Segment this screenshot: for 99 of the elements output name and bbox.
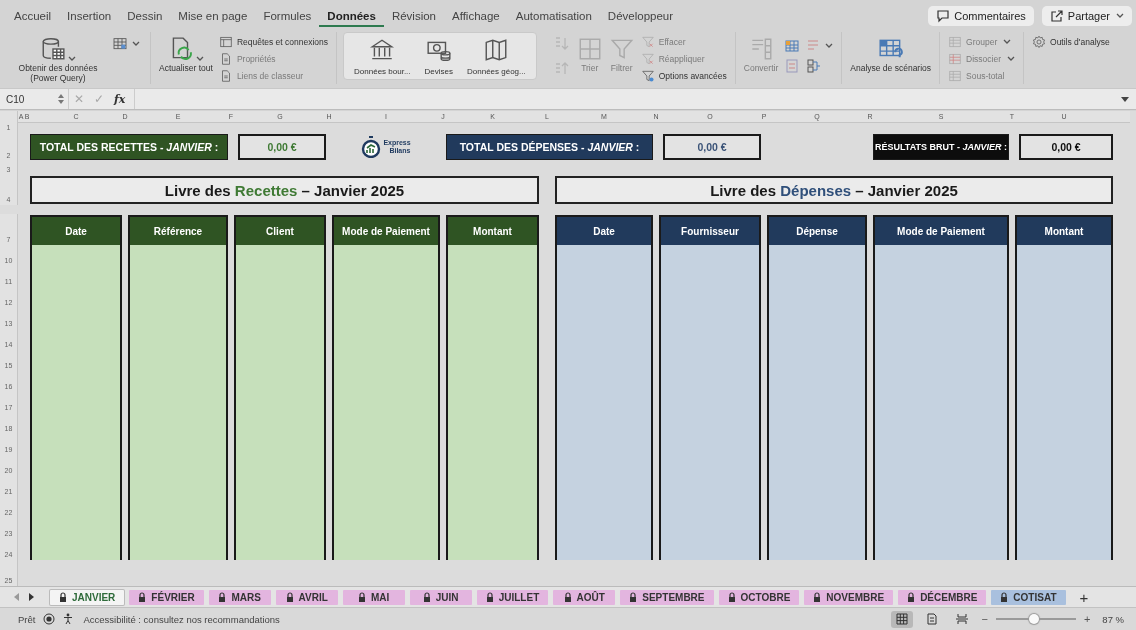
ribbon-tab[interactable]: Formules — [255, 5, 320, 27]
ribbon-button[interactable]: Actualiser tout — [159, 34, 213, 74]
ribbon-button[interactable]: Analyse de scénarios — [850, 34, 932, 74]
grid-icon — [112, 36, 128, 52]
ledger-title: Livre des Recettes – Janvier 2025 — [30, 176, 539, 204]
ribbon-tab[interactable]: Développeur — [599, 5, 682, 27]
lock-icon — [285, 592, 294, 602]
column-heading: Montant — [1015, 215, 1113, 245]
lock-icon — [358, 592, 367, 602]
lock-icon — [813, 592, 822, 602]
lock-icon — [422, 592, 431, 602]
sheet-tab[interactable]: SEPTEMBRE — [620, 589, 714, 605]
normal-view-button[interactable] — [891, 610, 914, 628]
ribbon-command[interactable]: Outils d'analyse — [1032, 34, 1110, 50]
sheet-tab[interactable]: COTISAT — [991, 589, 1066, 605]
relationship-icon[interactable] — [806, 58, 823, 74]
share-button[interactable]: Partager — [1041, 6, 1132, 26]
column-heading: Montant — [446, 215, 539, 245]
total-label: TOTAL DES DÉPENSES - JANVIER : — [446, 134, 653, 160]
lock-icon — [629, 592, 638, 602]
stopwatch-icon — [361, 136, 382, 158]
ribbon-tab[interactable]: Affichage — [444, 5, 508, 27]
caret-icon — [825, 43, 834, 49]
ribbon-tab[interactable]: Mise en page — [170, 5, 256, 27]
settings-icon — [1032, 35, 1046, 49]
ribbon-tab[interactable]: Dessin — [119, 5, 171, 27]
sheet-tab[interactable]: AOÛT — [553, 589, 616, 605]
name-box[interactable]: C10 — [0, 89, 69, 109]
page-break-icon — [956, 613, 969, 625]
slider-thumb[interactable] — [1029, 614, 1040, 624]
sheet-tab[interactable]: JUILLET — [476, 589, 549, 605]
total-value: 0,00 € — [238, 134, 326, 160]
sheet-tab[interactable]: FÉVRIER — [129, 589, 204, 605]
ribbon-tab[interactable]: Accueil — [6, 5, 60, 27]
status-text: Prêt — [18, 613, 36, 625]
ledger-title: Livre des Dépenses – Janvier 2025 — [555, 176, 1113, 204]
lock-icon — [563, 592, 572, 602]
accessibility-link[interactable]: Accessibilité : consultez nos recommandations — [83, 613, 280, 625]
total-label: TOTAL DES RECETTES - JANVIER : — [30, 134, 228, 160]
ribbon-tab[interactable]: Insertion — [59, 5, 120, 27]
column-heading: Date — [30, 215, 122, 245]
lock-icon — [485, 592, 494, 602]
ribbon-tab[interactable]: Automatisation — [507, 5, 600, 27]
ribbon-command[interactable]: Options avancées — [640, 68, 727, 84]
zoom-level: 87 % — [1102, 613, 1124, 625]
ribbon-tab[interactable]: Données — [319, 5, 384, 27]
stepper-icon — [58, 93, 64, 105]
sheet-tab[interactable]: MAI — [342, 589, 405, 605]
comments-button[interactable]: Commentaires — [928, 6, 1034, 26]
next-sheet-icon[interactable] — [28, 592, 36, 602]
result-label: RÉSULTATS BRUT - JANVIER : — [873, 134, 1009, 160]
lock-icon — [59, 592, 67, 602]
caret-icon — [195, 56, 204, 62]
column-heading: Client — [234, 215, 326, 245]
previous-sheet-icon[interactable] — [12, 592, 20, 602]
column-heading: Mode de Paiement — [332, 215, 440, 245]
record-icon[interactable] — [43, 613, 56, 625]
lock-icon — [907, 592, 916, 602]
column-heading: Référence — [128, 215, 228, 245]
lock-icon — [1000, 592, 1009, 602]
zoom-out-button[interactable]: − — [981, 613, 988, 625]
caret-icon — [68, 56, 76, 62]
comment-icon — [936, 9, 951, 23]
caret-icon — [1003, 39, 1012, 45]
share-icon — [1049, 9, 1064, 23]
caret-icon — [1116, 13, 1124, 19]
result-value: 0,00 € — [1019, 134, 1113, 160]
table-icon[interactable] — [784, 38, 801, 54]
column-heading: Date — [555, 215, 653, 245]
column-heading: Fournisseur — [659, 215, 761, 245]
page-icon — [926, 613, 939, 625]
sheet-tab[interactable]: JANVIER — [50, 589, 125, 605]
sheet-tab[interactable]: OCTOBRE — [718, 589, 800, 605]
ribbon-button[interactable]: Données bour... — [354, 35, 411, 77]
ribbon-button[interactable]: Devises — [424, 35, 453, 77]
form-icon[interactable] — [784, 58, 801, 74]
ribbon-button[interactable]: Obtenir des données (Power Query) — [12, 34, 104, 84]
select-all-button[interactable] — [0, 111, 18, 123]
caret-icon — [1007, 56, 1015, 62]
sheet-tab[interactable]: JUIN — [409, 589, 472, 605]
lock-icon — [138, 592, 147, 602]
caret-icon — [132, 41, 140, 47]
column-heading: Dépense — [767, 215, 867, 245]
expand-icon[interactable] — [1120, 95, 1130, 103]
lock-icon — [727, 592, 736, 602]
sheet-tab[interactable]: DÉCEMBRE — [898, 589, 987, 605]
sheet-tab[interactable]: NOVEMBRE — [804, 589, 894, 605]
total-value: 0,00 € — [663, 134, 761, 160]
ribbon-button[interactable]: Données géog... — [467, 35, 526, 77]
zoom-in-button[interactable]: + — [1083, 613, 1091, 625]
sheet-tab[interactable]: AVRIL — [275, 589, 338, 605]
sheet-tab[interactable]: MARS — [208, 589, 271, 605]
add-sheet-button[interactable]: + — [1079, 588, 1089, 606]
column-heading: Mode de Paiement — [873, 215, 1009, 245]
insert-function-button[interactable]: fx — [109, 92, 131, 106]
ribbon-command[interactable]: Requêtes et connexions — [218, 34, 329, 50]
ribbon-tab[interactable]: Révision — [383, 5, 444, 27]
grid-icon — [896, 613, 909, 625]
lock-icon — [218, 592, 227, 602]
